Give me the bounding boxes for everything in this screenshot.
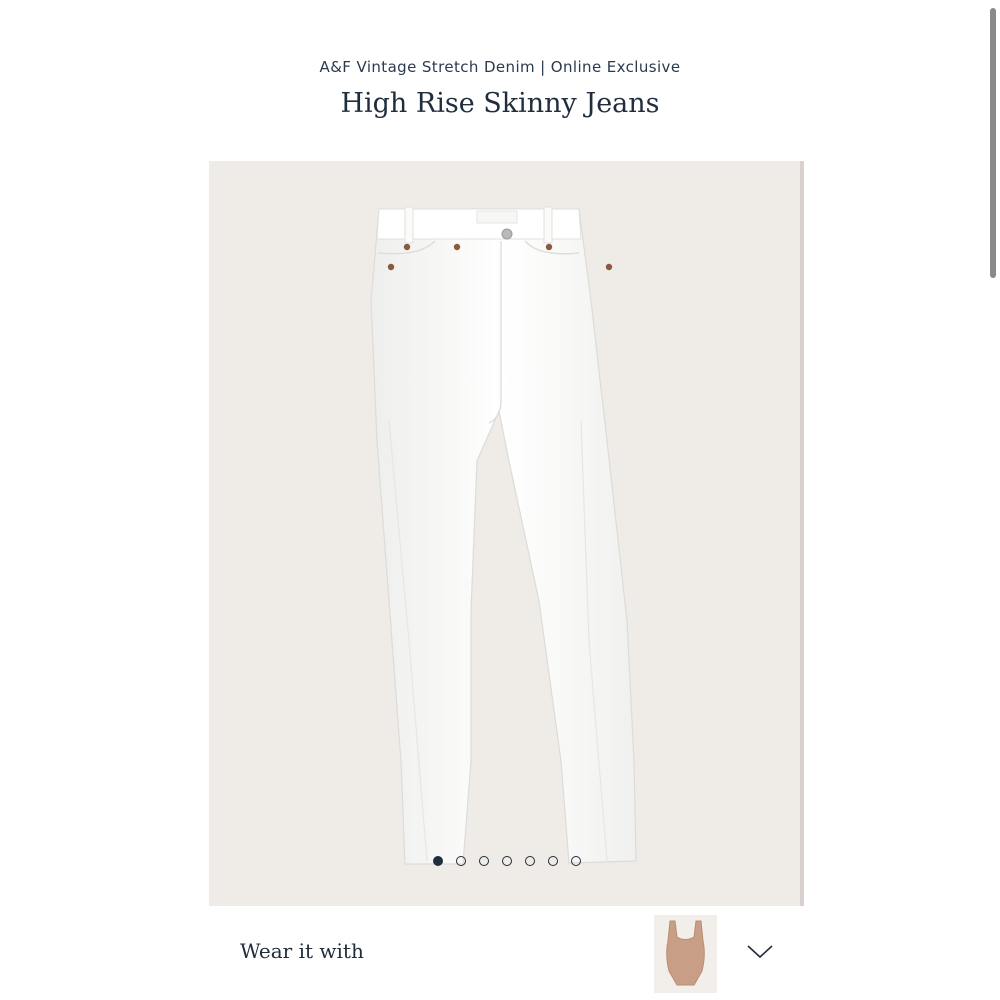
carousel-dot-2[interactable] xyxy=(455,856,466,866)
product-title: High Rise Skinny Jeans xyxy=(340,88,660,119)
wear-it-with-label: Wear it with xyxy=(240,939,364,963)
bodysuit-thumbnail[interactable] xyxy=(654,915,717,993)
product-image-gallery[interactable] xyxy=(209,161,804,906)
chevron-down-icon xyxy=(747,945,773,959)
carousel-dot-5[interactable] xyxy=(524,856,535,866)
carousel-dot-7[interactable] xyxy=(570,856,581,866)
scrollbar-thumb[interactable] xyxy=(990,8,996,278)
scrollbar[interactable] xyxy=(986,0,1000,1000)
collection-subtitle: A&F Vintage Stretch Denim | Online Exclu… xyxy=(319,58,681,76)
bodysuit-image xyxy=(666,920,705,986)
carousel-dot-6[interactable] xyxy=(547,856,558,866)
carousel-dot-1[interactable] xyxy=(432,856,443,866)
wear-it-with-section[interactable]: Wear it with xyxy=(209,915,804,995)
expand-button[interactable] xyxy=(744,939,776,963)
carousel-dot-3[interactable] xyxy=(478,856,489,866)
carousel-dot-4[interactable] xyxy=(501,856,512,866)
carousel-dots xyxy=(209,856,804,872)
product-image xyxy=(370,206,637,865)
image-edge xyxy=(800,161,804,906)
